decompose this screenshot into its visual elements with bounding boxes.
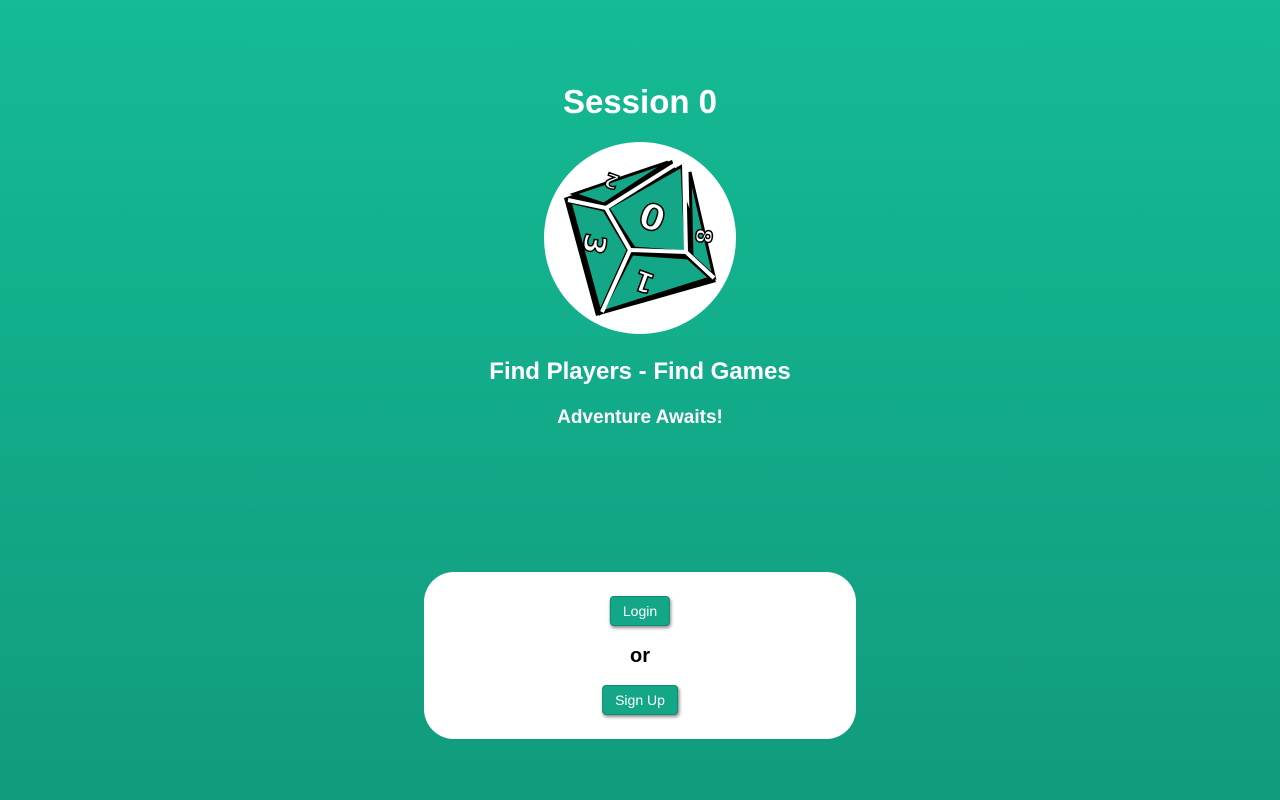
login-button[interactable]: Login <box>609 596 671 626</box>
or-separator: or <box>630 645 650 667</box>
subtagline: Adventure Awaits! <box>557 407 723 428</box>
signup-button[interactable]: Sign Up <box>602 685 678 715</box>
dice-number-8: 8 <box>689 227 715 244</box>
dice-logo: 0 3 8 1 2 <box>544 142 736 334</box>
app-title: Session 0 <box>562 83 718 120</box>
auth-card: Login or Sign Up <box>424 572 856 739</box>
tagline: Find Players - Find Games <box>489 358 791 385</box>
d10-dice-icon: 0 3 8 1 2 <box>564 160 717 317</box>
